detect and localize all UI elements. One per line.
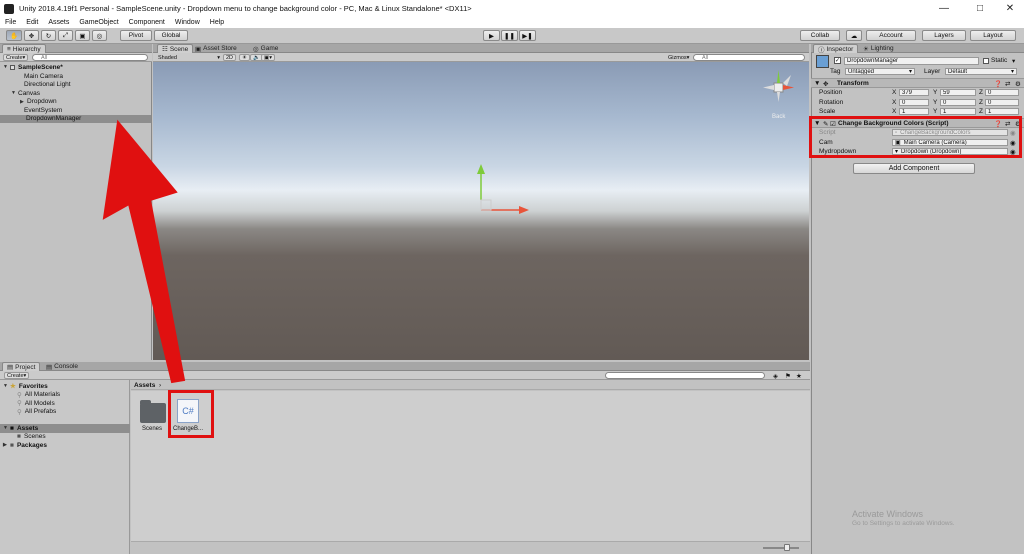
annotation-arrow [102,119,186,384]
red-arrow-shape [102,119,186,384]
activate-windows-title: Activate Windows [852,509,924,519]
activate-windows-subtitle: Go to Settings to activate Windows. [852,520,955,527]
